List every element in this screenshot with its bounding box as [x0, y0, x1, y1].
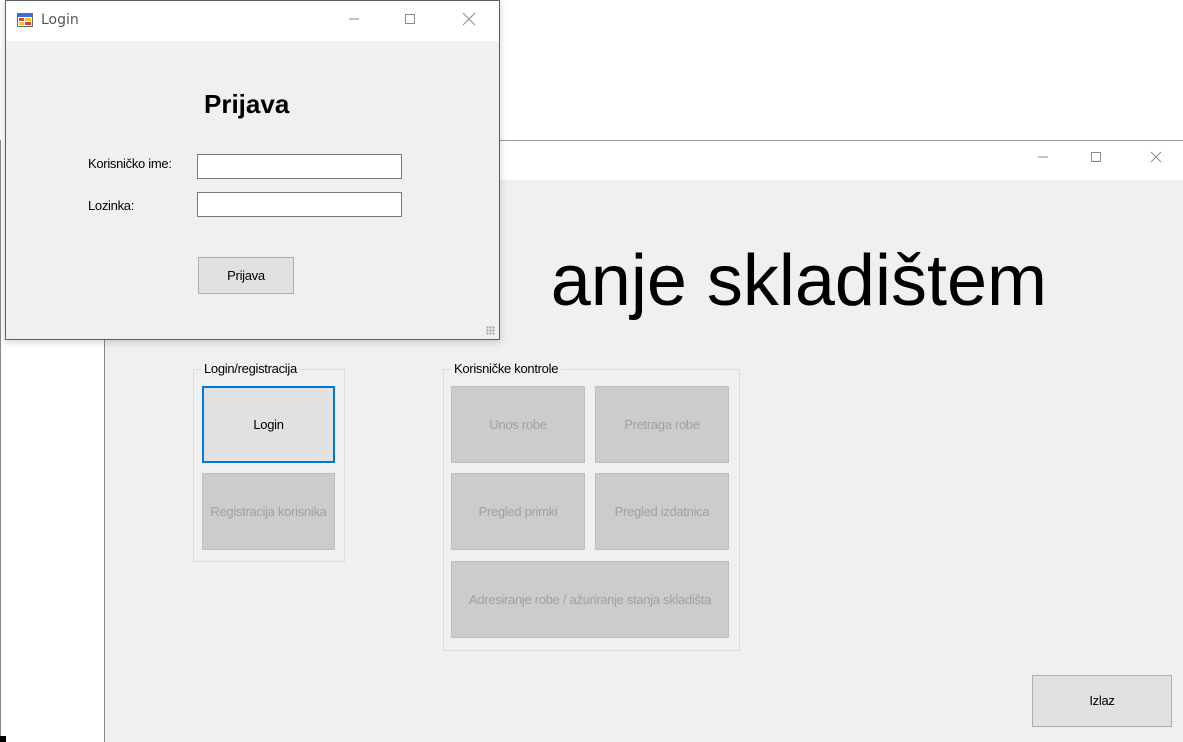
minimize-icon[interactable] — [1020, 141, 1066, 173]
password-input[interactable] — [197, 192, 402, 217]
login-window: Login Prijava Korisničko ime: Lozinka: P… — [5, 0, 500, 340]
adresiranje-robe-button[interactable]: Adresiranje robe / ažuriranje stanja skl… — [451, 561, 729, 638]
minimize-icon[interactable] — [331, 3, 377, 35]
unos-robe-button[interactable]: Unos robe — [451, 386, 585, 463]
password-label: Lozinka: — [88, 198, 135, 213]
register-user-button[interactable]: Registracija korisnika — [202, 473, 335, 550]
background-window-edge — [0, 140, 1, 742]
background-window-corner — [0, 736, 6, 742]
maximize-icon[interactable] — [387, 3, 433, 35]
login-group-title: Login/registracija — [201, 361, 300, 376]
prijava-button[interactable]: Prijava — [198, 257, 294, 294]
login-titlebar[interactable]: Login — [6, 1, 499, 41]
maximize-icon[interactable] — [1073, 141, 1119, 173]
pregled-izdatnica-button[interactable]: Pregled izdatnica — [595, 473, 729, 550]
login-button[interactable]: Login — [202, 386, 335, 463]
username-label: Korisničko ime: — [88, 156, 172, 171]
exit-button[interactable]: Izlaz — [1032, 675, 1172, 727]
login-window-title: Login — [41, 12, 79, 28]
username-input[interactable] — [197, 154, 402, 179]
resize-grip[interactable] — [486, 326, 495, 335]
login-heading: Prijava — [204, 89, 290, 119]
pretraga-robe-button[interactable]: Pretraga robe — [595, 386, 729, 463]
close-icon[interactable] — [446, 3, 492, 35]
close-icon[interactable] — [1133, 141, 1179, 173]
pregled-primki-button[interactable]: Pregled primki — [451, 473, 585, 550]
app-form-icon — [17, 13, 33, 27]
user-group-title: Korisničke kontrole — [451, 361, 562, 376]
